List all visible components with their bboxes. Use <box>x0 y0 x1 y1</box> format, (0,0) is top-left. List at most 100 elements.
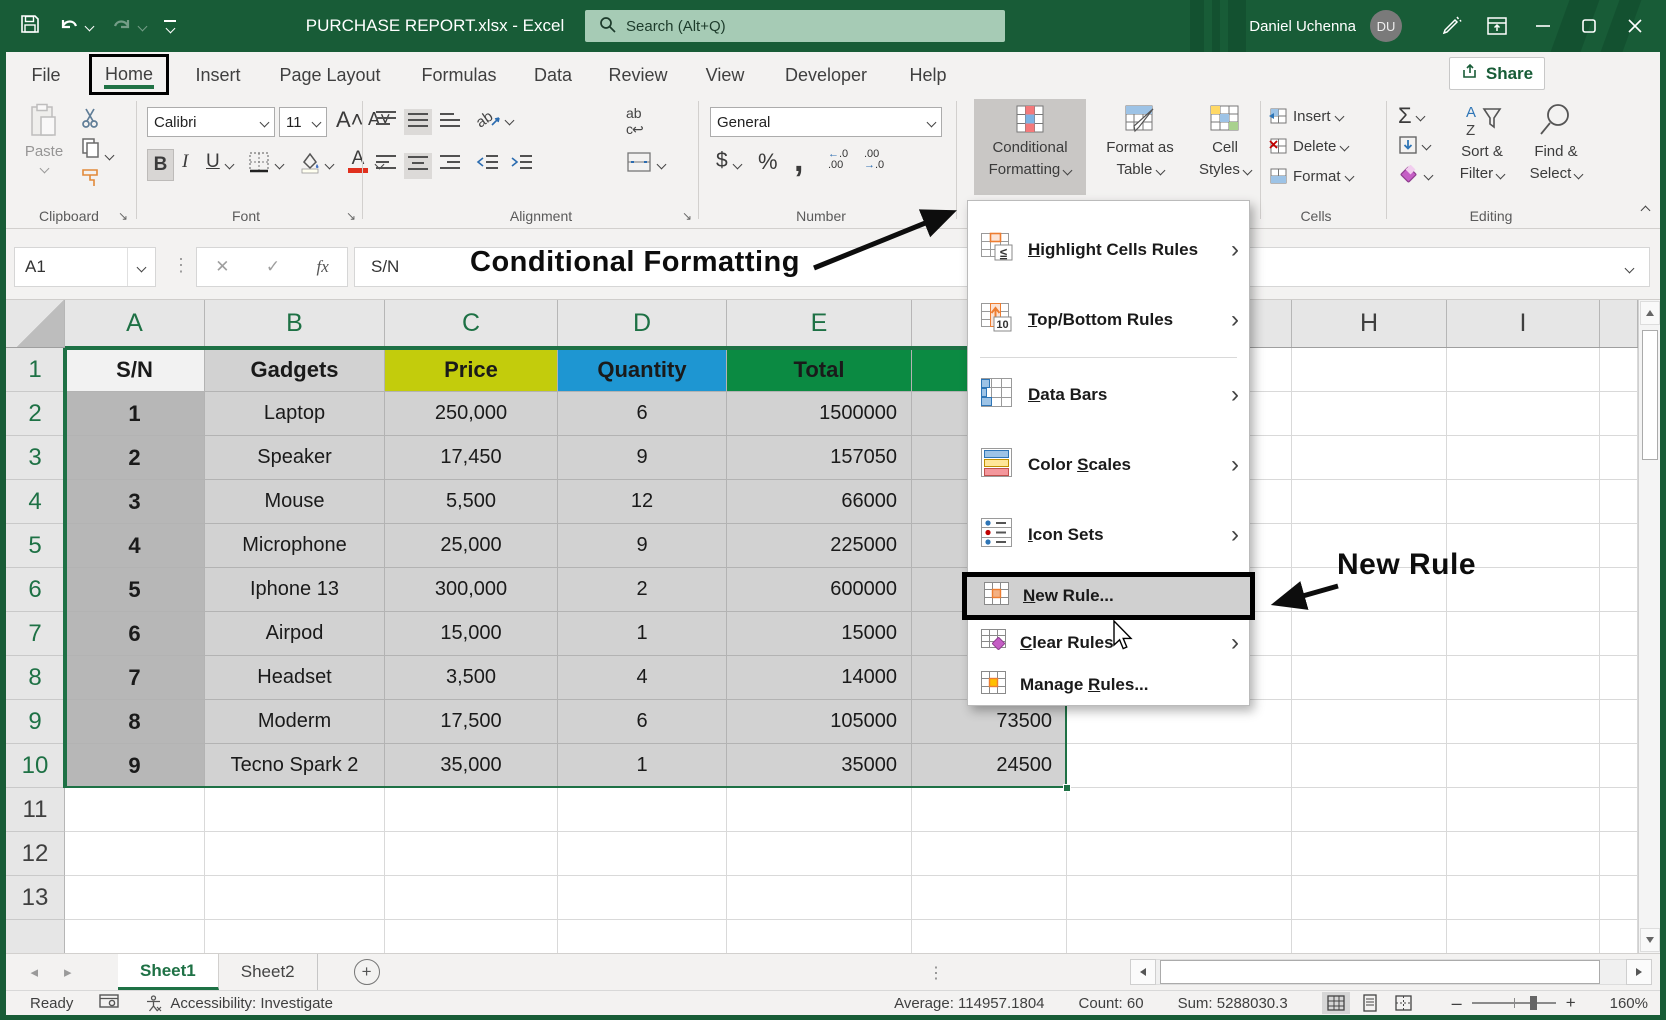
scroll-left-icon[interactable] <box>1130 959 1156 985</box>
align-left-icon[interactable] <box>374 153 398 177</box>
underline-button[interactable]: U <box>206 151 220 173</box>
cell[interactable]: 1 <box>558 744 727 788</box>
cell[interactable] <box>1292 436 1447 480</box>
row-header-13[interactable]: 13 <box>6 876 65 920</box>
save-icon[interactable] <box>20 14 40 39</box>
cell[interactable]: Mouse <box>205 480 385 524</box>
header-cell[interactable]: Gadgets <box>205 348 385 392</box>
orientation-dropdown-icon[interactable] <box>505 116 515 126</box>
row-header-2[interactable]: 2 <box>6 392 65 436</box>
zoom-in-icon[interactable]: + <box>1566 993 1576 1013</box>
cell[interactable]: 5,500 <box>385 480 558 524</box>
vertical-scroll-thumb[interactable] <box>1642 330 1658 460</box>
cell[interactable]: 225000 <box>727 524 912 568</box>
cell[interactable] <box>1292 876 1447 920</box>
cell[interactable] <box>65 920 205 953</box>
cell[interactable]: 2 <box>558 568 727 612</box>
tab-page-layout[interactable]: Page Layout <box>262 58 398 92</box>
merge-center-icon[interactable] <box>626 151 652 177</box>
user-name[interactable]: Daniel Uchenna <box>1249 18 1356 35</box>
increase-indent-icon[interactable] <box>510 153 534 177</box>
menu-item-highlight-cells-rules[interactable]: ≤Highlight Cells Rules› <box>968 215 1249 285</box>
cell[interactable] <box>65 876 205 920</box>
sheet-tab-sheet1[interactable]: Sheet1 <box>118 954 219 990</box>
cell[interactable]: 9 <box>558 436 727 480</box>
tab-home[interactable]: Home <box>89 54 169 95</box>
cell[interactable] <box>1600 656 1638 700</box>
tabbar-splitter[interactable]: ⋮ <box>928 963 944 983</box>
cell[interactable]: 7 <box>65 656 205 700</box>
clear-button[interactable] <box>1398 165 1432 185</box>
cell[interactable]: Microphone <box>205 524 385 568</box>
cell[interactable] <box>1600 832 1638 876</box>
cell[interactable] <box>1447 612 1600 656</box>
wrap-text-icon[interactable]: abc↩ <box>626 105 643 138</box>
font-color-icon[interactable]: A <box>348 148 368 173</box>
sheet-nav-right-icon[interactable]: ▸ <box>64 963 72 981</box>
cell[interactable] <box>1600 348 1638 392</box>
cell[interactable]: 8 <box>65 700 205 744</box>
cell[interactable] <box>1600 876 1638 920</box>
cell[interactable] <box>1600 920 1638 953</box>
sort-filter-button[interactable]: AZ Sort &Filter <box>1448 101 1516 185</box>
underline-dropdown-icon[interactable] <box>225 160 235 170</box>
cell[interactable] <box>1600 744 1638 788</box>
tab-data[interactable]: Data <box>522 58 584 92</box>
cell[interactable] <box>1292 788 1447 832</box>
cell[interactable]: 24500 <box>912 744 1067 788</box>
cell[interactable]: Speaker <box>205 436 385 480</box>
cell[interactable]: 5 <box>65 568 205 612</box>
font-dialog-launcher-icon[interactable]: ↘ <box>346 209 356 223</box>
row-header-5[interactable]: 5 <box>6 524 65 568</box>
conditional-formatting-button[interactable]: ConditionalFormatting <box>974 99 1086 195</box>
minimize-button[interactable] <box>1520 0 1566 52</box>
column-headers[interactable]: ABCDEFGHI <box>6 300 1638 348</box>
align-middle-icon[interactable] <box>404 109 432 135</box>
insert-cells-button[interactable]: Insert <box>1268 107 1343 125</box>
cell[interactable] <box>65 832 205 876</box>
row-header-6[interactable]: 6 <box>6 568 65 612</box>
increase-decimal-icon[interactable]: ←.0.00 <box>828 149 848 171</box>
cell[interactable] <box>1600 524 1638 568</box>
row-header-11[interactable]: 11 <box>6 788 65 832</box>
cell[interactable]: 14000 <box>727 656 912 700</box>
column-header-H[interactable]: H <box>1292 300 1447 347</box>
cut-icon[interactable] <box>80 107 102 133</box>
comma-style-icon[interactable]: , <box>794 141 803 180</box>
cell[interactable]: 15,000 <box>385 612 558 656</box>
cell[interactable]: 1 <box>558 612 727 656</box>
row-header-12[interactable]: 12 <box>6 832 65 876</box>
find-select-button[interactable]: Find &Select <box>1520 101 1592 185</box>
tab-formulas[interactable]: Formulas <box>412 58 506 92</box>
cell[interactable] <box>1067 700 1292 744</box>
select-all-corner[interactable] <box>6 300 65 347</box>
percent-style-icon[interactable]: % <box>758 149 778 175</box>
header-cell[interactable]: Quantity <box>558 348 727 392</box>
macro-record-icon[interactable] <box>99 993 119 1013</box>
ribbon-display-options-icon[interactable] <box>1474 0 1520 52</box>
cell[interactable]: Airpod <box>205 612 385 656</box>
cell[interactable] <box>1447 700 1600 744</box>
cell[interactable] <box>1292 612 1447 656</box>
font-family-combo[interactable]: Calibri <box>147 107 275 137</box>
cell[interactable]: Moderm <box>205 700 385 744</box>
undo-dropdown-icon[interactable] <box>85 21 95 31</box>
menu-item-clear-rules[interactable]: Clear Rules› <box>968 622 1249 664</box>
cell[interactable] <box>205 920 385 953</box>
column-header-partial[interactable] <box>1600 300 1638 347</box>
cell[interactable]: 1 <box>65 392 205 436</box>
cell[interactable] <box>1292 656 1447 700</box>
cell[interactable]: 12 <box>558 480 727 524</box>
name-box[interactable]: A1 <box>14 247 156 287</box>
cell[interactable] <box>912 832 1067 876</box>
increase-font-icon[interactable]: A˄ <box>336 107 364 133</box>
cell[interactable] <box>205 788 385 832</box>
row-header-10[interactable]: 10 <box>6 744 65 788</box>
cell[interactable]: 3 <box>65 480 205 524</box>
horizontal-scrollbar[interactable] <box>1130 959 1652 985</box>
cell[interactable] <box>1447 788 1600 832</box>
cell[interactable] <box>1447 920 1600 953</box>
italic-button[interactable]: I <box>182 151 188 173</box>
cell[interactable] <box>1600 700 1638 744</box>
cancel-icon[interactable]: ✕ <box>215 257 229 277</box>
